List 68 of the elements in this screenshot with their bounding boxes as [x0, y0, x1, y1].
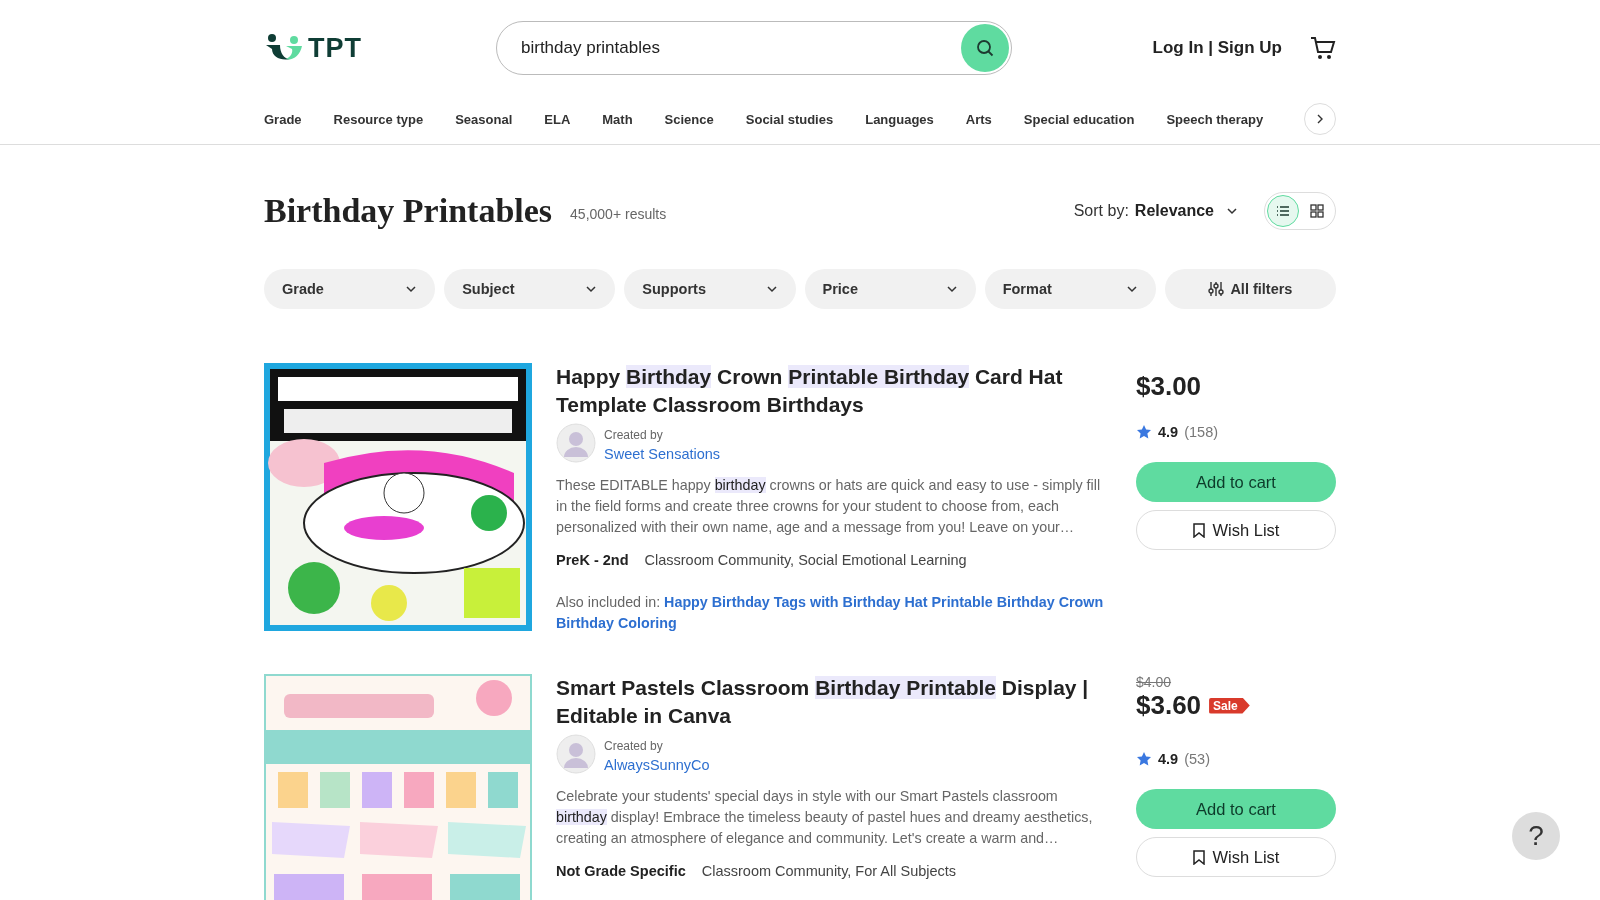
product-title[interactable]: Happy Birthday Crown Printable Birthday Card Hat Template Classroom Birthdays — [556, 363, 1110, 419]
nav-link[interactable]: Resource type — [333, 111, 424, 127]
search-icon — [976, 39, 994, 57]
subject-tags: Classroom Community, Social Emotional Learning — [644, 552, 967, 568]
filter-dropdown[interactable]: Price — [804, 269, 976, 309]
star-icon — [1136, 751, 1152, 767]
chevron-down-icon — [1125, 283, 1138, 295]
sort-dropdown[interactable]: Relevance — [1134, 202, 1214, 220]
page-title: Birthday Printables — [264, 192, 553, 230]
logo-text[interactable]: TPT — [308, 32, 362, 64]
add-to-cart-button[interactable]: Add to cart — [1136, 789, 1336, 829]
rating-value: 4.9 — [1158, 751, 1179, 767]
next-button[interactable] — [1304, 103, 1336, 135]
review-count: (53) — [1184, 751, 1210, 767]
add-to-cart-button[interactable]: Add to cart — [1136, 462, 1336, 502]
list-view-button[interactable] — [1267, 195, 1299, 227]
nav-link[interactable]: Seasonal — [455, 111, 513, 127]
chevron-down-icon — [1226, 205, 1238, 217]
search-field[interactable]: birthday printables — [496, 21, 1012, 75]
chevron-down-icon — [405, 283, 418, 295]
nav-link[interactable]: Special education — [1023, 111, 1135, 127]
nav-link[interactable]: Arts — [965, 111, 992, 127]
sliders-icon — [1208, 281, 1225, 297]
price: $3.00 — [1136, 371, 1202, 402]
filter-dropdown[interactable]: Supports — [624, 269, 796, 309]
subject-tags: Classroom Community, For All Subjects — [701, 863, 957, 879]
created-by-label: Created by — [604, 738, 663, 753]
nav-link[interactable]: ELA — [544, 111, 571, 127]
all-filters-button[interactable]: All filters — [1164, 269, 1336, 309]
cart-icon[interactable] — [1310, 36, 1336, 60]
result-count: 45,000+ results — [570, 206, 667, 222]
nav-link[interactable]: Grade — [264, 111, 302, 127]
nav-link[interactable]: Speech therapy — [1166, 111, 1264, 127]
filter-dropdown[interactable]: Format — [984, 269, 1156, 309]
product-description: These EDITABLE happy birthday crowns or hats are quick and easy to use - simply fill in the field forms and create three crowns for your student to choose from, each personalized with their own name, age and a message from you! Leave on your… — [556, 476, 1102, 537]
nav-link[interactable]: Science — [664, 111, 714, 127]
review-count: (158) — [1184, 424, 1219, 440]
price: $3.60 — [1136, 690, 1202, 721]
chevron-down-icon — [765, 283, 778, 295]
filter-dropdown[interactable]: Grade — [264, 269, 436, 309]
chevron-right-icon — [1315, 114, 1325, 124]
chevron-down-icon — [945, 283, 958, 295]
login-link[interactable]: Log In | Sign Up — [1152, 38, 1282, 58]
grid-icon — [1310, 204, 1324, 218]
wish-list-button[interactable]: Wish List — [1136, 837, 1336, 877]
bookmark-icon — [1192, 849, 1205, 865]
list-icon — [1276, 205, 1290, 217]
bookmark-icon — [1192, 522, 1205, 538]
rating-value: 4.9 — [1158, 424, 1179, 440]
product-title[interactable]: Smart Pastels Classroom Birthday Printable Display | Editable in Canva — [556, 674, 1110, 730]
author-link[interactable]: AlwaysSunnyCo — [604, 756, 710, 773]
created-by-label: Created by — [604, 427, 663, 442]
star-icon — [1136, 424, 1152, 440]
grade-label: PreK - 2nd — [556, 552, 629, 568]
nav-link[interactable]: Social studies — [745, 111, 834, 127]
chevron-down-icon — [585, 283, 598, 295]
sort-label: Sort by: — [1073, 202, 1129, 220]
nav-link[interactable]: Math — [602, 111, 633, 127]
wish-list-button[interactable]: Wish List — [1136, 510, 1336, 550]
author-link[interactable]: Sweet Sensations — [604, 445, 721, 462]
nav-link[interactable]: Languages — [865, 111, 934, 127]
grade-label: Not Grade Specific — [556, 863, 686, 879]
original-price: $4.00 — [1136, 674, 1173, 690]
sale-badge: Sale — [1209, 697, 1250, 714]
product-description: Celebrate your students' special days in style with our Smart Pastels classroom birthday display! Embrace the timeless beauty of pastel hues and dreamy aesthetics, creating an atmosphere of elegance and community. Let's create a warm and… — [556, 787, 1094, 848]
help-button[interactable]: ? — [1512, 812, 1560, 860]
also-included-text: Also included in: Happy Birthday Tags with Birthday Hat Printable Birthday Crown Birthday Coloring — [556, 593, 1105, 633]
filter-dropdown[interactable]: Subject — [444, 269, 616, 309]
